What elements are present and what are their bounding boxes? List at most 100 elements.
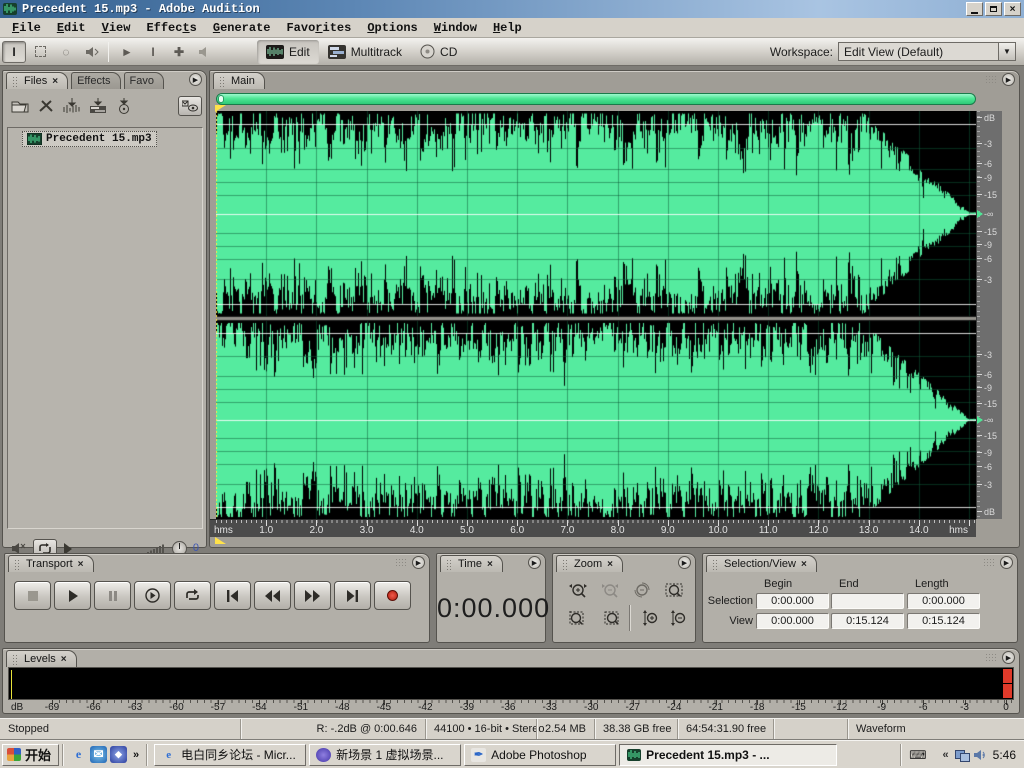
db-ruler[interactable]: dB-3-6-9-15-∞-15-9-6-3-3-6-9-15-∞-15-9-6…: [976, 111, 1002, 519]
navbar-left-handle[interactable]: [218, 95, 224, 103]
scrub2-tool-button[interactable]: [193, 41, 217, 63]
stop-button[interactable]: [14, 581, 51, 610]
tab-close-icon[interactable]: ×: [78, 559, 84, 570]
quicklaunch-overflow-chevron[interactable]: »: [133, 749, 139, 761]
tab-effects[interactable]: Effects: [71, 72, 120, 89]
rewind-button[interactable]: [254, 581, 291, 610]
tab-levels[interactable]: Levels×: [6, 650, 77, 667]
close-file-button[interactable]: [33, 94, 59, 118]
zoom-out-full-button[interactable]: [629, 579, 655, 601]
tab-files[interactable]: Files×: [6, 72, 68, 89]
tab-transport[interactable]: Transport×: [8, 555, 94, 572]
task-button-3[interactable]: ✒Adobe Photoshop: [464, 744, 616, 766]
menu-generate[interactable]: Generate: [205, 20, 279, 36]
cd-view-button[interactable]: CD: [411, 40, 466, 64]
zoom-panel-menu-button[interactable]: ▶: [678, 556, 691, 569]
multitrack-view-button[interactable]: Multitrack: [319, 40, 411, 64]
main-panel-menu-button[interactable]: ▶: [1002, 73, 1015, 86]
files-options-toggle-button[interactable]: [178, 96, 202, 116]
workspace-select[interactable]: Edit View (Default) ▼: [838, 42, 1016, 61]
selection-end-field[interactable]: [831, 593, 904, 609]
levels-meter[interactable]: [8, 667, 1014, 700]
clip-indicator-left[interactable]: [1003, 669, 1012, 683]
tab-close-icon[interactable]: ×: [487, 559, 493, 570]
quicklaunch-ie-icon[interactable]: e: [70, 746, 87, 763]
quicklaunch-shield-icon[interactable]: ◆: [110, 746, 127, 763]
scrub-tool-button[interactable]: [80, 41, 104, 63]
hybrid-tool-button[interactable]: ►: [115, 41, 139, 63]
move-tool-button[interactable]: ✚: [167, 41, 191, 63]
tab-selection-view[interactable]: Selection/View×: [706, 555, 817, 572]
levels-panel-menu-button[interactable]: ▶: [1002, 651, 1015, 664]
menu-help[interactable]: Help: [485, 20, 530, 36]
task-button-4[interactable]: Precedent 15.mp3 - ...: [619, 744, 837, 766]
input-method-keyboard-icon[interactable]: ⌨: [909, 748, 926, 762]
lasso-selection-tool-button[interactable]: ◌: [54, 41, 78, 63]
view-begin-field[interactable]: 0:00.000: [756, 613, 829, 629]
tab-time[interactable]: Time×: [440, 555, 503, 572]
transport-panel-menu-button[interactable]: ▶: [412, 556, 425, 569]
play-from-cursor-button[interactable]: [134, 581, 171, 610]
workspace-dropdown-arrow-icon[interactable]: ▼: [998, 43, 1015, 60]
playback-cursor-foot-icon[interactable]: [215, 537, 226, 544]
pause-button[interactable]: [94, 581, 131, 610]
network-tray-icon[interactable]: [955, 750, 968, 760]
insert-into-edit-button[interactable]: [59, 94, 85, 118]
menu-effects[interactable]: Effects: [138, 20, 204, 36]
start-button[interactable]: 开始: [2, 744, 59, 766]
zoom-in-vertical-button[interactable]: [637, 607, 663, 629]
play-looped-button[interactable]: [174, 581, 211, 610]
file-list-item[interactable]: Precedent 15.mp3: [22, 131, 157, 147]
zoom-out-horizontal-button[interactable]: [597, 579, 623, 601]
zoom-to-selection-right-button[interactable]: [597, 607, 623, 629]
timeline-ruler[interactable]: 1.02.03.04.05.06.07.08.09.010.011.012.01…: [210, 519, 976, 537]
tab-favorites[interactable]: Favo: [124, 72, 164, 89]
record-button[interactable]: [374, 581, 411, 610]
go-to-end-button[interactable]: [334, 581, 371, 610]
view-end-field[interactable]: 0:15.124: [831, 613, 904, 629]
restore-button[interactable]: [985, 2, 1002, 16]
tab-close-icon[interactable]: ×: [52, 76, 58, 87]
time-tool-button[interactable]: I: [141, 41, 165, 63]
clip-indicator-right[interactable]: [1003, 684, 1012, 698]
minimize-button[interactable]: [966, 2, 983, 16]
zoom-in-horizontal-button[interactable]: [565, 579, 591, 601]
close-button[interactable]: ×: [1004, 2, 1021, 16]
menu-edit[interactable]: Edit: [49, 20, 94, 36]
import-file-button[interactable]: [7, 94, 33, 118]
zoom-to-selection-button[interactable]: [661, 579, 687, 601]
menu-view[interactable]: View: [94, 20, 139, 36]
task-button-1[interactable]: e电白同乡论坛 - Micr...: [154, 744, 306, 766]
time-selection-tool-button[interactable]: I: [2, 41, 26, 63]
quicklaunch-messenger-icon[interactable]: ✉: [90, 746, 107, 763]
zoom-to-selection-left-button[interactable]: [565, 607, 591, 629]
menu-window[interactable]: Window: [426, 20, 485, 36]
play-button[interactable]: [54, 581, 91, 610]
tab-zoom[interactable]: Zoom×: [556, 555, 623, 572]
tab-close-icon[interactable]: ×: [801, 559, 807, 570]
marquee-selection-tool-button[interactable]: [28, 41, 52, 63]
time-panel-menu-button[interactable]: ▶: [528, 556, 541, 569]
volume-tray-icon[interactable]: [974, 749, 987, 761]
go-to-beginning-button[interactable]: [214, 581, 251, 610]
zoom-out-vertical-button[interactable]: [665, 607, 691, 629]
waveform-display[interactable]: [216, 111, 976, 519]
selection-length-field[interactable]: 0:00.000: [907, 593, 980, 609]
fast-forward-button[interactable]: [294, 581, 331, 610]
selection-begin-field[interactable]: 0:00.000: [756, 593, 829, 609]
selview-panel-menu-button[interactable]: ▶: [1000, 556, 1013, 569]
waveform-navigation-bar[interactable]: [216, 93, 976, 105]
tab-main[interactable]: Main: [213, 72, 265, 89]
waveform-canvas[interactable]: [216, 111, 976, 519]
insert-into-cd-button[interactable]: [111, 94, 137, 118]
view-length-field[interactable]: 0:15.124: [907, 613, 980, 629]
menu-favorites[interactable]: Favorites: [278, 20, 359, 36]
tray-collapse-chevrons[interactable]: «: [943, 749, 949, 761]
menu-file[interactable]: File: [4, 20, 49, 36]
insert-into-multitrack-button[interactable]: [85, 94, 111, 118]
menu-options[interactable]: Options: [359, 20, 425, 36]
files-panel-menu-button[interactable]: ▶: [189, 73, 202, 86]
tab-close-icon[interactable]: ×: [61, 654, 67, 665]
tab-close-icon[interactable]: ×: [607, 559, 613, 570]
task-button-2[interactable]: 新场景 1 虚拟场景...: [309, 744, 461, 766]
